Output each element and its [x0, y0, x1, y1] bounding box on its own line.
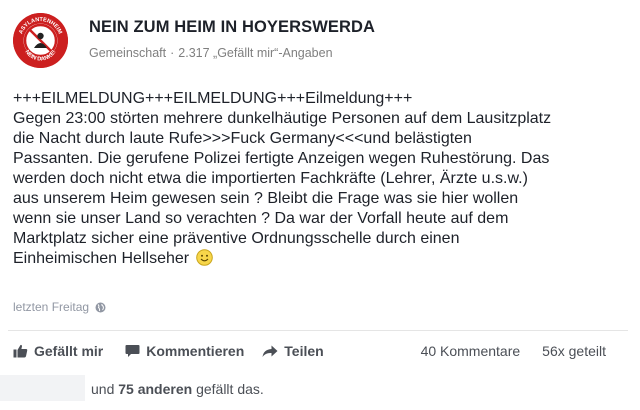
page-likes-count[interactable]: 2.317 „Gefällt mir“-Angaben [178, 46, 332, 60]
timestamp-link[interactable]: letzten Freitag [13, 300, 89, 314]
thumbs-up-icon [13, 344, 28, 358]
comment-label: Kommentieren [146, 343, 245, 359]
share-button[interactable]: Teilen [262, 343, 324, 359]
like-button[interactable]: Gefällt mir [13, 343, 103, 359]
likers-text: und 75 anderen gefällt das. [91, 381, 264, 397]
post-line-last: Einheimischen Hellseher [13, 249, 628, 272]
post-line: Passanten. Die gerufene Polizei fertigte… [13, 150, 550, 167]
post-line: Einheimischen Hellseher [13, 250, 190, 267]
post-line: Gegen 23:00 störten mehrere dunkelhäutig… [13, 110, 552, 127]
divider [8, 330, 628, 331]
post-card: ASYLANTENHEIM NEIN DANKE! NEIN ZUM HEIM … [0, 0, 640, 410]
page-avatar[interactable]: ASYLANTENHEIM NEIN DANKE! [13, 13, 68, 68]
like-label: Gefällt mir [34, 343, 104, 359]
post-line: +++EILMELDUNG+++EILMELDUNG+++Eilmeldung+… [13, 90, 413, 107]
share-arrow-icon [262, 345, 278, 357]
likers-bar: und 75 anderen gefällt das. [0, 373, 640, 410]
post-line: werden doch nicht etwa die importierten … [13, 170, 528, 187]
page-title[interactable]: NEIN ZUM HEIM IN HOYERSWERDA [89, 18, 375, 37]
post-line: die Nacht durch laute Rufe>>>Fuck German… [13, 130, 472, 147]
comments-count[interactable]: 40 Kommentare [421, 343, 521, 359]
redacted-names [0, 375, 85, 401]
share-label: Teilen [284, 343, 324, 359]
page-category[interactable]: Gemeinschaft [89, 46, 166, 60]
post-line: aus unserem Heim gewesen sein ? Bleibt d… [13, 190, 519, 207]
globe-icon[interactable] [95, 302, 106, 313]
smiley-icon [195, 249, 213, 272]
post-line: Marktplatz sicher eine präventive Ordnun… [13, 230, 460, 247]
likers-suffix: gefällt das. [196, 381, 264, 397]
likers-count-link[interactable]: 75 anderen [118, 381, 192, 397]
post-actions: Gefällt mir Kommentieren Teilen [13, 341, 324, 361]
post-stats: 40 Kommentare 56x geteilt [421, 343, 606, 359]
page-meta: Gemeinschaft · 2.317 „Gefällt mir“-Angaben [89, 46, 333, 60]
speech-bubble-icon [125, 345, 140, 357]
comment-button[interactable]: Kommentieren [125, 343, 244, 359]
meta-separator: · [170, 46, 175, 60]
no-asylum-logo-icon: ASYLANTENHEIM NEIN DANKE! [13, 13, 68, 68]
likers-prefix: und [91, 381, 115, 397]
post-timestamp: letzten Freitag [13, 300, 106, 314]
shares-count[interactable]: 56x geteilt [542, 343, 606, 359]
post-text: +++EILMELDUNG+++EILMELDUNG+++Eilmeldung+… [13, 89, 628, 272]
post-line: wenn sie unser Land so verachten ? Da wa… [13, 210, 509, 227]
